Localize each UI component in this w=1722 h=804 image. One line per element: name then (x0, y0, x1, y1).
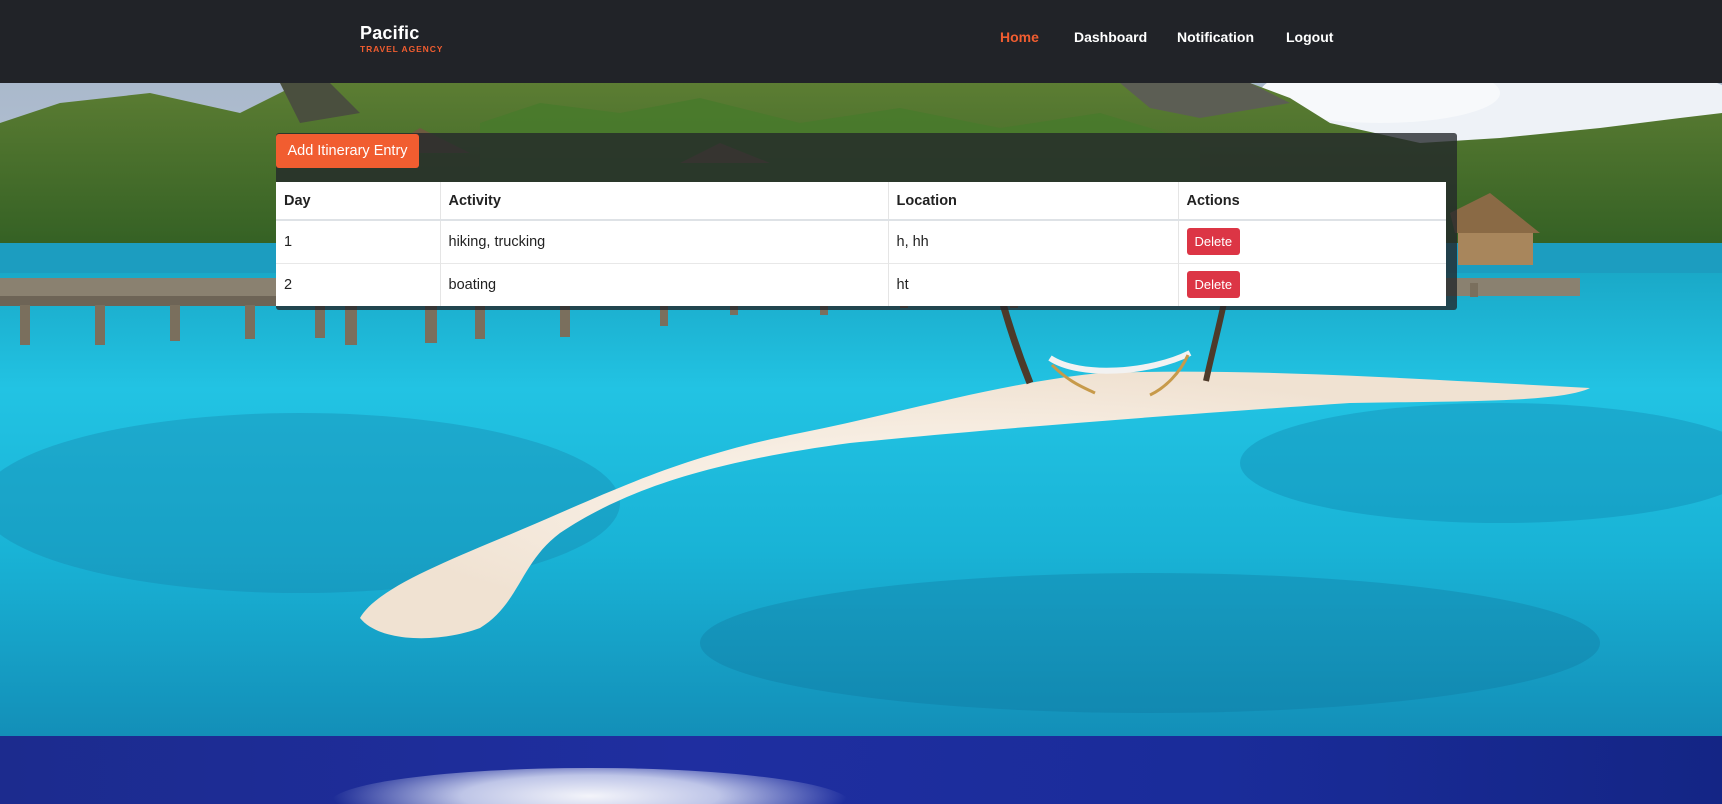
delete-button[interactable]: Delete (1186, 228, 1241, 256)
cell-activity: hiking, trucking (440, 219, 889, 263)
cell-actions: Delete (1178, 262, 1446, 306)
column-header-activity: Activity (440, 182, 889, 221)
cell-location: ht (888, 262, 1179, 306)
brand-name: Pacific (360, 23, 420, 43)
cell-activity: boating (440, 262, 889, 306)
cloud-graphic (330, 768, 850, 804)
table-header-row: Day Activity Location Actions (276, 182, 1446, 221)
itinerary-table: Day Activity Location Actions 1 hiking, … (276, 182, 1446, 306)
add-itinerary-entry-button[interactable]: Add Itinerary Entry (276, 134, 419, 168)
nav-logout-link[interactable]: Logout (1286, 29, 1333, 45)
delete-button[interactable]: Delete (1186, 271, 1241, 299)
nav-dashboard-link[interactable]: Dashboard (1074, 29, 1147, 45)
column-header-actions: Actions (1178, 182, 1446, 221)
top-navbar: Pacific TRAVEL AGENCY Home Dashboard Not… (0, 0, 1722, 83)
nav-notification-link[interactable]: Notification (1177, 29, 1254, 45)
nav-home-link[interactable]: Home (1000, 29, 1039, 45)
column-header-day: Day (276, 182, 441, 221)
table-row: 2 boating ht Delete (276, 262, 1446, 306)
brand-logo[interactable]: Pacific TRAVEL AGENCY (360, 22, 443, 55)
table-row: 1 hiking, trucking h, hh Delete (276, 219, 1446, 263)
brand-tagline: TRAVEL AGENCY (360, 44, 444, 54)
cell-actions: Delete (1178, 219, 1446, 263)
cell-day: 1 (276, 219, 441, 263)
cell-day: 2 (276, 262, 441, 306)
column-header-location: Location (888, 182, 1179, 221)
cell-location: h, hh (888, 219, 1179, 263)
footer-banner-image (0, 736, 1722, 804)
